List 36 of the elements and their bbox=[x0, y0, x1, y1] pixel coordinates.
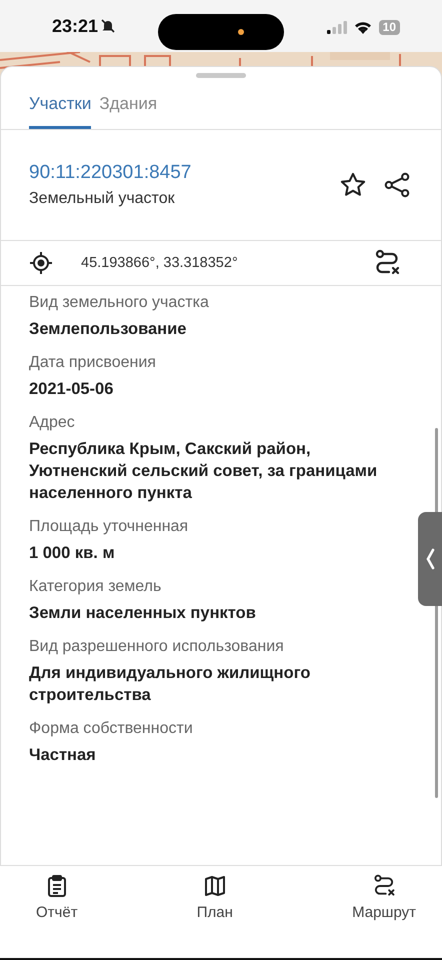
cadastral-number: 90:11:220301:8457 bbox=[29, 162, 192, 184]
nav-button[interactable]: Маршрут bbox=[352, 874, 416, 958]
field-value: 2021-05-06 bbox=[29, 379, 114, 400]
field-value: Для индивидуального жилищного строительства bbox=[29, 663, 312, 706]
field-label: Категория земель bbox=[29, 578, 162, 596]
wifi-icon bbox=[354, 21, 372, 34]
field-value: Частная bbox=[29, 745, 97, 766]
field-label: Вид земельного участка bbox=[29, 294, 210, 312]
field-value: Земли населенных пунктов bbox=[29, 603, 257, 624]
field-value: 1 000 кв. м bbox=[29, 543, 116, 564]
field-value: Землепользование bbox=[29, 319, 188, 340]
side-panel-tab[interactable] bbox=[418, 512, 442, 606]
share-icon[interactable] bbox=[383, 171, 411, 199]
nav-button[interactable]: Отчёт bbox=[36, 874, 78, 958]
nav-button[interactable]: План bbox=[196, 874, 233, 958]
field-label: Дата присвоения bbox=[29, 354, 157, 372]
coordinates: 45.193866°, 33.318352° bbox=[81, 255, 239, 271]
signal-icon bbox=[326, 21, 347, 34]
route-icon bbox=[372, 874, 396, 898]
field-label: Площадь уточненная bbox=[29, 518, 190, 536]
object-type: Земельный участок bbox=[29, 190, 176, 208]
clipboard-icon bbox=[46, 874, 68, 898]
tab[interactable]: Здания bbox=[99, 88, 158, 129]
battery-level: 10 bbox=[378, 20, 400, 35]
map-icon bbox=[202, 874, 227, 898]
field-value: Республика Крым, Сакский район, Уютненский сельский совет, за границами населенного пункта bbox=[29, 439, 378, 504]
bell-slash-icon bbox=[100, 18, 116, 34]
location-target-icon[interactable] bbox=[29, 251, 53, 275]
field-label: Адрес bbox=[29, 414, 76, 432]
field-label: Форма собственности bbox=[29, 720, 194, 738]
tab[interactable]: Участки bbox=[29, 88, 92, 129]
chevron-left-icon bbox=[425, 548, 435, 570]
route-icon[interactable] bbox=[373, 249, 401, 277]
field-label: Вид разрешенного использования bbox=[29, 638, 285, 656]
clock-time: 23:21 bbox=[52, 16, 98, 36]
drag-handle[interactable] bbox=[196, 73, 246, 78]
